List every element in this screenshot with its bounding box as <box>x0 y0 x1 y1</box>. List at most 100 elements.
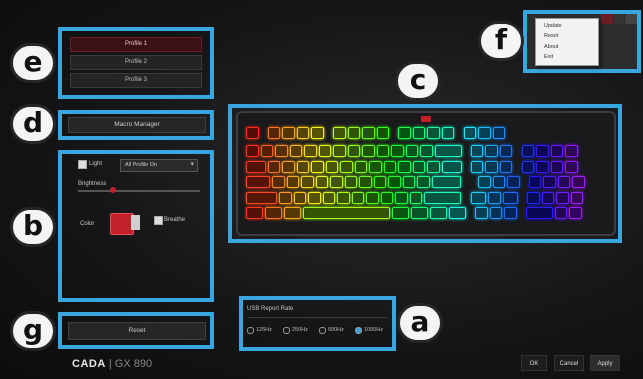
keyboard-key <box>412 127 426 139</box>
ok-button[interactable]: OK <box>521 355 547 371</box>
keyboard-key <box>246 176 271 188</box>
keyboard-key <box>362 127 375 139</box>
cancel-button[interactable]: Cancel <box>554 355 584 371</box>
keyboard-key <box>412 160 426 173</box>
brightness-slider-handle[interactable] <box>110 187 116 193</box>
keyboard-key <box>362 145 375 157</box>
callout-b: b <box>10 207 56 247</box>
keyboard-key <box>570 191 584 204</box>
brightness-label: Brightness <box>78 181 107 187</box>
color-picker-button[interactable] <box>131 215 140 230</box>
brightness-slider-track[interactable] <box>78 190 200 192</box>
keyboard-key <box>388 176 401 188</box>
keyboard-key <box>541 191 555 204</box>
keyboard-key <box>337 191 350 204</box>
keyboard-key <box>347 145 360 157</box>
report-rate-option-250[interactable]: 250Hz <box>283 326 317 336</box>
profile-list: Profile 1 Profile 2 Profile 3 <box>62 31 210 95</box>
keyboard-key <box>246 207 263 219</box>
menu-item-exit[interactable]: Exit <box>544 54 553 60</box>
keyboard-key <box>330 176 343 188</box>
keyboard-key <box>499 145 513 157</box>
keyboard-key <box>373 176 387 188</box>
report-rate-option-500[interactable]: 500Hz <box>319 326 353 336</box>
brand-model: GX 890 <box>114 358 153 370</box>
keyboard-key <box>550 160 563 173</box>
keyboard-key <box>347 127 360 139</box>
macro-manager-button[interactable]: Macro Manager <box>68 117 206 133</box>
keyboard-key <box>344 176 358 188</box>
keyboard-key <box>359 176 372 188</box>
keyboard-key <box>521 160 534 173</box>
keyboard-key <box>275 145 288 157</box>
keyboard-key <box>395 191 408 204</box>
keyboard-key <box>402 176 416 188</box>
keyboard-key <box>441 160 462 173</box>
callout-d: d <box>10 104 56 144</box>
keyboard-key <box>296 160 310 173</box>
keyboard-key <box>333 145 346 157</box>
keyboard-keys <box>246 127 608 225</box>
profile-2[interactable]: Profile 2 <box>70 55 202 70</box>
report-rate-option-125[interactable]: 125Hz <box>247 326 281 336</box>
keyboard-key <box>293 191 307 204</box>
keyboard-key <box>502 191 519 204</box>
keyboard-key <box>470 160 484 173</box>
light-checkbox[interactable] <box>78 160 87 169</box>
keyboard-key <box>333 127 346 139</box>
reset-button[interactable]: Reset <box>68 322 206 340</box>
keyboard-image <box>236 111 616 236</box>
menu-item-about[interactable]: About <box>544 44 558 50</box>
report-rate-option-1000[interactable]: 1000Hz <box>355 326 391 336</box>
keyboard-key <box>354 160 368 173</box>
report-rate-label: 500Hz <box>328 327 344 333</box>
keyboard-key <box>246 160 266 173</box>
keyboard-key <box>557 176 571 188</box>
keyboard-key <box>267 127 281 139</box>
effect-select[interactable]: All Profile On ▾ <box>120 159 198 172</box>
keyboard-key <box>463 127 476 139</box>
profile-3[interactable]: Profile 3 <box>70 73 202 88</box>
keyboard-key <box>246 127 259 139</box>
callout-g: g <box>10 311 56 351</box>
keyboard-key <box>398 127 411 139</box>
radio-icon <box>247 327 254 334</box>
keyboard-key <box>283 207 301 219</box>
menu-item-update[interactable]: Update <box>544 23 562 29</box>
minimize-button[interactable] <box>614 14 624 24</box>
keyboard-key <box>282 160 295 173</box>
radio-icon <box>355 327 362 334</box>
keyboard-logo <box>421 116 431 122</box>
brand-separator: | <box>108 358 112 370</box>
keyboard-key <box>478 127 491 139</box>
report-rate-label: 125Hz <box>256 327 272 333</box>
keyboard-key <box>507 176 520 188</box>
breathe-checkbox[interactable] <box>154 216 163 225</box>
keyboard-key <box>441 127 455 139</box>
keyboard-key <box>489 207 503 219</box>
keyboard-key <box>325 160 339 173</box>
keyboard-key <box>246 145 259 157</box>
keyboard-key <box>492 127 505 139</box>
keyboard-key <box>536 145 549 157</box>
keyboard-key <box>543 176 556 188</box>
profile-1[interactable]: Profile 1 <box>70 37 202 52</box>
report-rate-divider <box>247 317 387 318</box>
report-rate-panel: USB Report Rate 125Hz 250Hz 500Hz 1000Hz <box>243 300 392 347</box>
keyboard-key <box>340 160 353 173</box>
callout-c: c <box>395 61 441 101</box>
keyboard-key <box>405 145 418 157</box>
keyboard-key <box>296 127 310 139</box>
keyboard-key <box>556 191 569 204</box>
apply-button[interactable]: Apply <box>590 355 620 371</box>
report-rate-title: USB Report Rate <box>247 306 294 312</box>
keyboard-key <box>427 127 440 139</box>
keyboard-key <box>322 191 336 204</box>
menu-icon-button[interactable] <box>601 14 613 24</box>
close-button[interactable] <box>625 14 637 24</box>
keyboard-key <box>434 145 462 157</box>
keyboard-key <box>430 207 447 219</box>
keyboard-key <box>286 176 300 188</box>
menu-item-reset[interactable]: Reset <box>544 33 558 39</box>
keyboard-key <box>260 145 273 157</box>
